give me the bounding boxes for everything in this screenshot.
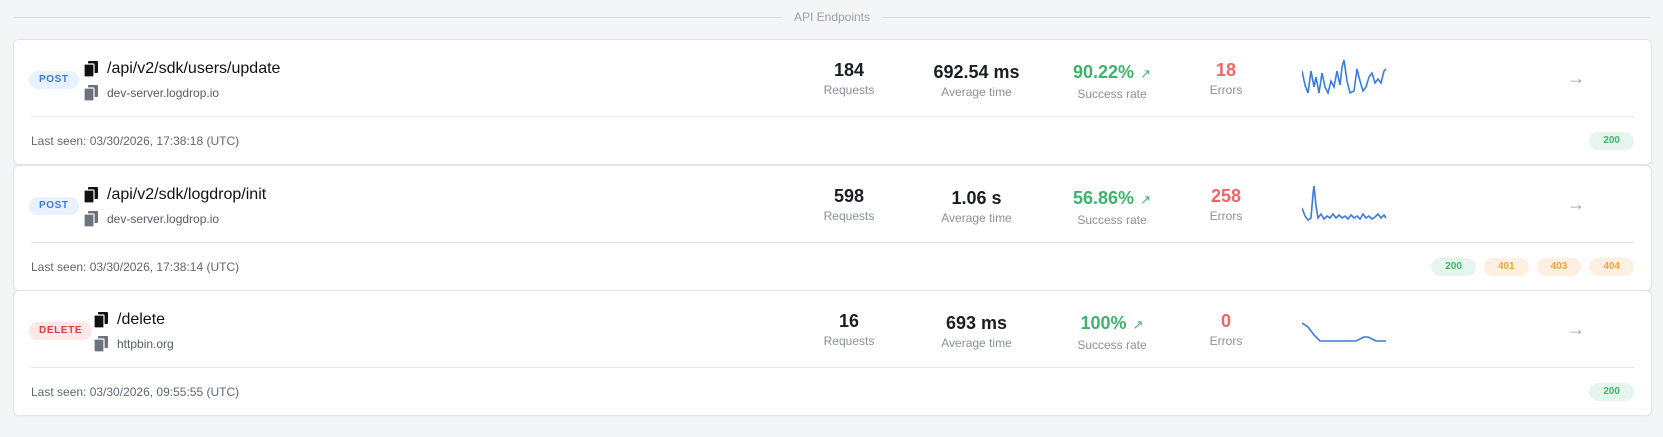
copy-icon[interactable] bbox=[84, 61, 98, 77]
arrow-up-right-icon: ↗ bbox=[1132, 317, 1144, 332]
success-rate-text: 90.22% bbox=[1073, 62, 1135, 82]
arrow-right-icon[interactable]: → bbox=[1564, 317, 1588, 341]
avg-time-label: Average time bbox=[941, 211, 1012, 225]
status-badge: 404 bbox=[1589, 257, 1634, 276]
requests-stat: 184 Requests bbox=[804, 59, 894, 97]
errors-label: Errors bbox=[1209, 209, 1243, 223]
requests-label: Requests bbox=[823, 209, 875, 223]
success-rate-stat: 100% ↗ Success rate bbox=[1057, 312, 1167, 352]
errors-stat: 0 Errors bbox=[1201, 310, 1251, 348]
divider-left bbox=[14, 16, 782, 18]
success-rate-value: 90.22% ↗ bbox=[1057, 61, 1167, 85]
success-rate-label: Success rate bbox=[1077, 87, 1147, 101]
avg-time-value: 1.06 s bbox=[951, 188, 1002, 208]
endpoint-card[interactable]: POST /api/v2/sdk/logdrop/init dev-server… bbox=[13, 165, 1652, 291]
avg-time-stat: 692.54 ms Average time bbox=[924, 61, 1029, 99]
last-seen: Last seen: 03/30/2026, 09:55:55 (UTC) bbox=[31, 384, 240, 399]
copy-icon[interactable] bbox=[84, 187, 98, 203]
avg-time-stat: 1.06 s Average time bbox=[924, 187, 1029, 225]
status-codes: 200 bbox=[1589, 382, 1634, 401]
success-rate-value: 56.86% ↗ bbox=[1057, 187, 1167, 211]
success-rate-text: 56.86% bbox=[1073, 188, 1135, 208]
avg-time-value: 693 ms bbox=[945, 313, 1008, 333]
endpoint-info: /api/v2/sdk/logdrop/init dev-server.logd… bbox=[84, 185, 266, 229]
endpoint-summary: POST /api/v2/sdk/users/update dev-server… bbox=[14, 40, 1651, 116]
status-badge: 401 bbox=[1483, 257, 1529, 276]
endpoint-host: dev-server.logdrop.io bbox=[107, 212, 220, 226]
copy-icon[interactable] bbox=[84, 211, 98, 227]
endpoint-host: dev-server.logdrop.io bbox=[107, 86, 220, 100]
endpoint-info: /api/v2/sdk/users/update dev-server.logd… bbox=[84, 59, 280, 103]
copy-icon[interactable] bbox=[94, 336, 108, 352]
copy-icon[interactable] bbox=[84, 85, 98, 101]
success-rate-label: Success rate bbox=[1077, 338, 1147, 352]
section-header: API Endpoints bbox=[14, 8, 1650, 26]
errors-value: 18 bbox=[1215, 60, 1237, 80]
arrow-up-right-icon: ↗ bbox=[1140, 66, 1151, 81]
card-footer: Last seen: 03/30/2026, 17:38:14 (UTC) 20… bbox=[31, 243, 1634, 290]
requests-value: 16 bbox=[838, 311, 860, 331]
errors-value: 258 bbox=[1210, 186, 1242, 206]
copy-icon[interactable] bbox=[94, 312, 108, 328]
endpoint-path[interactable]: /api/v2/sdk/users/update bbox=[107, 60, 280, 78]
success-rate-text: 100% bbox=[1080, 313, 1127, 333]
arrow-up-right-icon: ↗ bbox=[1140, 192, 1151, 207]
status-codes: 200 401 403 404 bbox=[1431, 257, 1634, 276]
endpoint-card[interactable]: DELETE /delete httpbin.org 16 Requests 6… bbox=[13, 290, 1652, 416]
status-codes: 200 bbox=[1589, 131, 1634, 150]
card-footer: Last seen: 03/30/2026, 09:55:55 (UTC) 20… bbox=[31, 368, 1634, 415]
success-rate-stat: 90.22% ↗ Success rate bbox=[1057, 61, 1167, 101]
last-seen: Last seen: 03/30/2026, 17:38:14 (UTC) bbox=[31, 259, 240, 274]
status-badge: 200 bbox=[1431, 257, 1476, 276]
avg-time-label: Average time bbox=[941, 336, 1012, 350]
avg-time-value: 692.54 ms bbox=[933, 62, 1020, 82]
status-badge: 200 bbox=[1589, 131, 1634, 150]
section-title: API Endpoints bbox=[793, 10, 871, 24]
success-rate-stat: 56.86% ↗ Success rate bbox=[1057, 187, 1167, 227]
method-badge: POST bbox=[29, 197, 79, 215]
requests-sparkline bbox=[1302, 322, 1386, 342]
endpoint-path[interactable]: /api/v2/sdk/logdrop/init bbox=[107, 186, 266, 204]
card-footer: Last seen: 03/30/2026, 17:38:18 (UTC) 20… bbox=[31, 117, 1634, 164]
method-badge: POST bbox=[29, 71, 79, 89]
requests-value: 598 bbox=[833, 186, 865, 206]
avg-time-stat: 693 ms Average time bbox=[924, 312, 1029, 350]
status-badge: 403 bbox=[1536, 257, 1582, 276]
errors-label: Errors bbox=[1209, 83, 1243, 97]
endpoint-info: /delete httpbin.org bbox=[94, 310, 174, 354]
errors-stat: 258 Errors bbox=[1201, 185, 1251, 223]
success-rate-label: Success rate bbox=[1077, 213, 1147, 227]
method-badge: DELETE bbox=[29, 322, 93, 340]
status-badge: 200 bbox=[1589, 382, 1634, 401]
endpoint-host: httpbin.org bbox=[117, 337, 174, 351]
errors-label: Errors bbox=[1209, 334, 1243, 348]
endpoint-card[interactable]: POST /api/v2/sdk/users/update dev-server… bbox=[13, 39, 1652, 165]
last-seen: Last seen: 03/30/2026, 17:38:18 (UTC) bbox=[31, 133, 240, 148]
requests-stat: 16 Requests bbox=[804, 310, 894, 348]
endpoint-summary: POST /api/v2/sdk/logdrop/init dev-server… bbox=[14, 166, 1651, 242]
errors-stat: 18 Errors bbox=[1201, 59, 1251, 97]
endpoint-path[interactable]: /delete bbox=[117, 311, 165, 329]
requests-label: Requests bbox=[823, 334, 875, 348]
arrow-right-icon[interactable]: → bbox=[1564, 66, 1588, 90]
errors-value: 0 bbox=[1220, 311, 1231, 331]
arrow-right-icon[interactable]: → bbox=[1564, 192, 1588, 216]
divider-right bbox=[882, 16, 1650, 18]
requests-stat: 598 Requests bbox=[804, 185, 894, 223]
requests-label: Requests bbox=[823, 83, 875, 97]
requests-value: 184 bbox=[833, 60, 865, 80]
requests-sparkline bbox=[1302, 59, 1387, 96]
endpoint-summary: DELETE /delete httpbin.org 16 Requests 6… bbox=[14, 291, 1651, 367]
success-rate-value: 100% ↗ bbox=[1057, 312, 1167, 336]
requests-sparkline bbox=[1302, 185, 1387, 222]
avg-time-label: Average time bbox=[941, 85, 1012, 99]
